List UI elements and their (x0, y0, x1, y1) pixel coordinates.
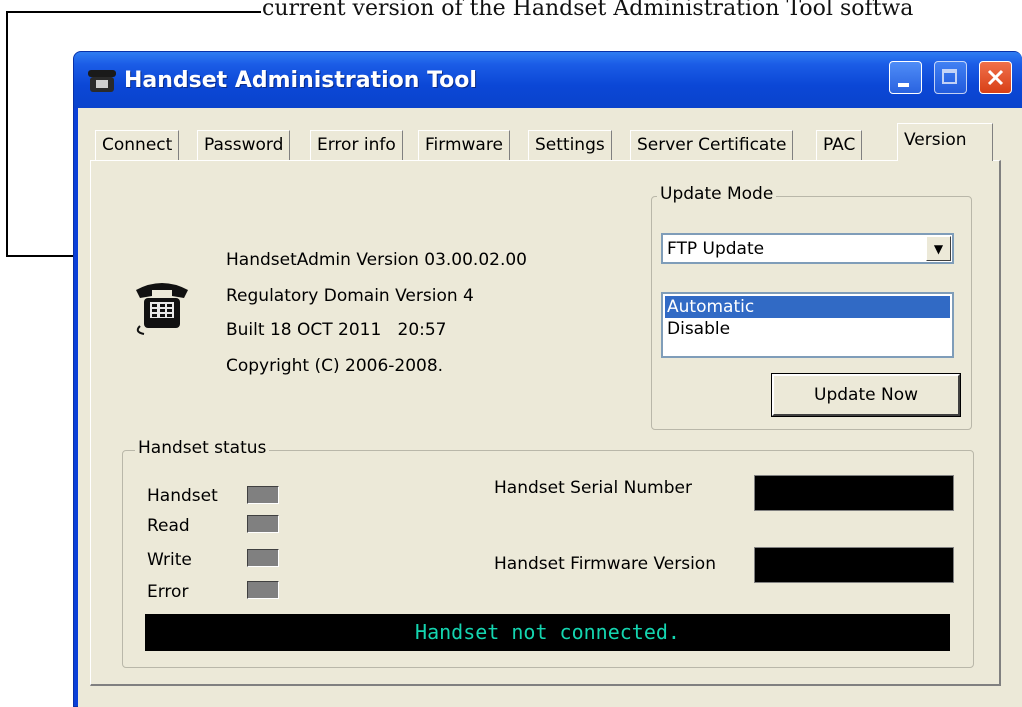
indicator-label-handset: Handset (147, 486, 218, 506)
serial-number-label: Handset Serial Number (494, 478, 692, 498)
build-line: Built 18 OCT 2011 20:57 (226, 320, 447, 340)
window-title: Handset Administration Tool (124, 68, 477, 93)
tab-firmware[interactable]: Firmware (418, 130, 510, 160)
copyright-line: Copyright (C) 2006-2008. (226, 356, 444, 376)
leader-line-top (6, 11, 261, 13)
regulatory-line: Regulatory Domain Version 4 (226, 286, 474, 306)
tab-error-info[interactable]: Error info (310, 130, 403, 160)
list-item-disable[interactable]: Disable (665, 318, 950, 340)
tab-label: Firmware (425, 135, 503, 155)
close-icon (987, 69, 1004, 86)
leader-line-vertical (6, 11, 8, 257)
connection-status-message: Handset not connected. (145, 614, 950, 651)
minimize-button[interactable] (889, 61, 922, 94)
tab-label: Error info (317, 135, 396, 155)
indicator-led-handset (247, 486, 279, 504)
tab-settings[interactable]: Settings (528, 130, 612, 160)
update-mode-value: FTP Update (667, 239, 765, 259)
version-line: HandsetAdmin Version 03.00.02.00 (226, 250, 527, 270)
indicator-label-error: Error (147, 582, 189, 602)
indicator-label-write: Write (147, 550, 192, 570)
maximize-button[interactable] (934, 61, 967, 94)
tab-label: PAC (823, 135, 856, 155)
tab-version[interactable]: Version (897, 123, 993, 161)
telephone-icon (132, 274, 192, 336)
firmware-version-label: Handset Firmware Version (494, 554, 716, 574)
document-caption: current version of the Handset Administr… (262, 0, 914, 21)
chevron-down-icon[interactable]: ▼ (926, 236, 951, 261)
list-item-automatic[interactable]: Automatic (665, 296, 950, 318)
tab-label: Settings (535, 135, 605, 155)
update-schedule-list[interactable]: Automatic Disable (661, 292, 954, 358)
firmware-version-field (754, 547, 954, 583)
telephone-icon (86, 63, 118, 95)
update-mode-select[interactable]: FTP Update ▼ (661, 233, 954, 264)
update-mode-title: Update Mode (657, 184, 777, 204)
maximize-icon (942, 69, 957, 84)
handset-status-title: Handset status (135, 438, 270, 458)
tab-connect[interactable]: Connect (95, 130, 180, 160)
close-button[interactable] (979, 61, 1012, 94)
indicator-led-error (247, 581, 279, 599)
tab-pac[interactable]: PAC (816, 130, 863, 160)
update-now-button[interactable]: Update Now (771, 373, 961, 417)
tab-password[interactable]: Password (197, 130, 291, 160)
tab-label: Password (204, 135, 284, 155)
indicator-led-read (247, 515, 279, 533)
indicator-led-write (247, 549, 279, 567)
tab-label: Version (904, 130, 967, 150)
tab-label: Connect (102, 135, 173, 155)
minimize-icon (898, 83, 909, 87)
serial-number-field (754, 475, 954, 511)
tab-label: Server Certificate (637, 135, 787, 155)
indicator-label-read: Read (147, 516, 190, 536)
tab-server-certificate[interactable]: Server Certificate (630, 130, 794, 160)
